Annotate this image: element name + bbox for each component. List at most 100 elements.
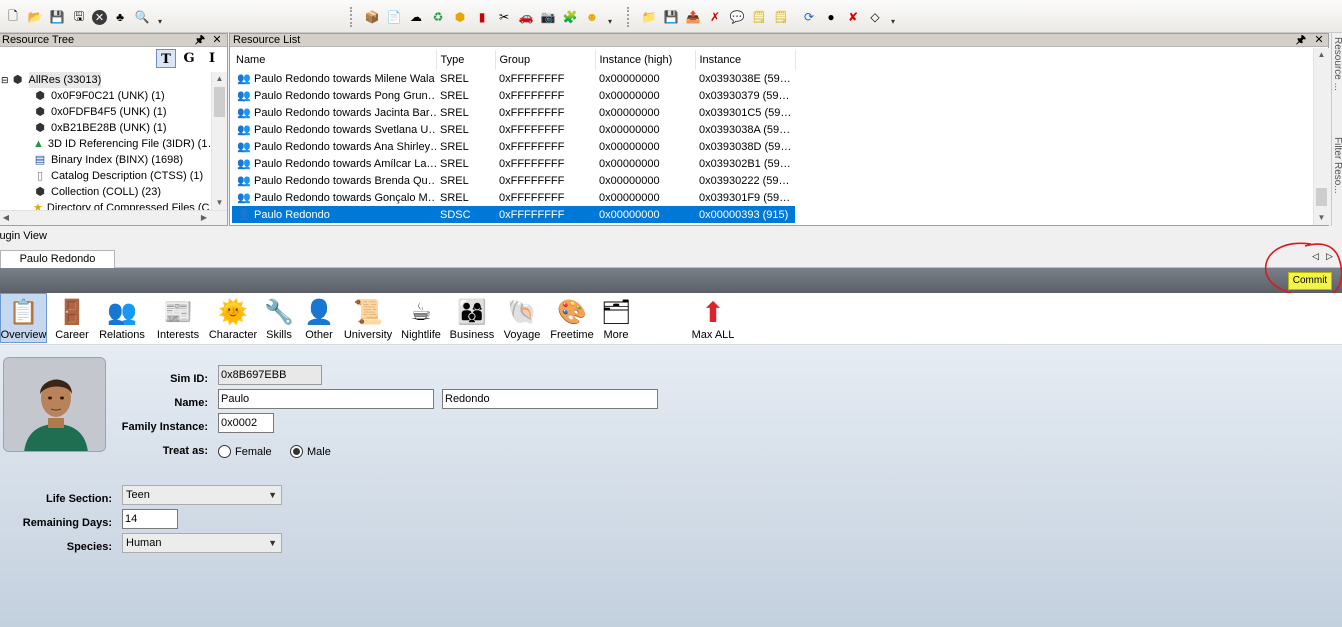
car-icon[interactable]: 🚗 [517,8,535,26]
tab-paulo-redondo[interactable]: Paulo Redondo [0,250,115,268]
tree-node-allres[interactable]: ⊟ ⬢ AllRes (33013) [0,72,211,88]
sim-tab-relations[interactable]: 👥 Relations [97,293,147,343]
tree-node[interactable]: ⬢ 0x0FDFB4F5 (UNK) (1) [0,104,211,120]
recycle-icon[interactable]: ♻ [429,8,447,26]
sims-icon[interactable]: ♣ [111,8,129,26]
sim-tab-skills[interactable]: 🔧 Skills [262,293,296,343]
folder-edit-icon[interactable]: 📁 [640,8,658,26]
battery-icon[interactable]: ▮ [473,8,491,26]
column-header-group[interactable]: Group [495,50,596,70]
puzzle-icon[interactable]: 🧩 [561,8,579,26]
tree-toggle-instance[interactable]: I [202,49,222,68]
star-icon[interactable]: ⬢ [451,8,469,26]
tree-node[interactable]: ⬢ 0x0F9F0C21 (UNK) (1) [0,88,211,104]
close-icon[interactable]: ✕ [92,9,107,25]
column-header-instance[interactable]: Instance [695,50,796,70]
save-as-icon[interactable]: 🖫 [70,8,88,26]
chevron-down-icon[interactable]: ▾ [156,8,164,26]
tree-toggle-type[interactable]: T [156,49,176,68]
first-name-field[interactable]: Paulo [218,389,434,409]
pin-icon[interactable]: 🖈 [193,34,207,47]
tree-vertical-scrollbar[interactable]: ▲ ▼ [211,72,227,210]
export-icon[interactable]: 📤 [684,8,702,26]
life-section-select[interactable]: Teen ▼ [122,485,282,505]
sim-tab-career[interactable]: 🚪 Career [53,293,91,343]
list-vertical-scrollbar[interactable]: ▲ ▼ [1313,48,1329,225]
table-row[interactable]: 👤 Paulo Redondo SDSC 0xFFFFFFFF 0x00000000 0x… [232,206,795,223]
remaining-days-field[interactable]: 14 [122,509,178,529]
table-row[interactable]: 👥 Paulo Redondo towards Milene Wala SREL 0x… [232,70,795,87]
family-instance-field[interactable]: 0x0002 [218,413,274,433]
comment-icon[interactable]: 💬 [728,8,746,26]
chevron-down-icon[interactable]: ▾ [889,8,897,26]
column-header-name[interactable]: Name [232,50,437,70]
sim-tab-nightlife[interactable]: ☕ Nightlife [399,293,443,343]
sim-tab-overview[interactable]: 📋 Overview [0,293,47,343]
note-alt-icon[interactable]: 🗒 [772,8,790,26]
sim-tab-other[interactable]: 👤 Other [301,293,337,343]
radio-circle[interactable] [218,445,231,458]
tree-node[interactable]: ⬢ Collection (COLL) (23) [0,184,211,200]
last-name-field[interactable]: Redondo [442,389,658,409]
toolbar-grip[interactable] [350,7,355,27]
person-icon[interactable]: ☻ [583,8,601,26]
tree-toggle-group[interactable]: G [179,49,199,68]
delete-file-icon[interactable]: ✗ [706,8,724,26]
save-icon[interactable]: 💾 [48,8,66,26]
sim-tab-university[interactable]: 📜 University [341,293,395,343]
search-icon[interactable]: 🔍 [133,8,151,26]
new-icon[interactable]: 🗋 [4,8,22,26]
sim-tab-max-all[interactable]: ⬆ Max ALL [690,293,736,343]
table-row[interactable]: 👥 Paulo Redondo towards Amílcar La… SREL 0x… [232,155,795,172]
red-x-icon[interactable]: ✘ [844,8,862,26]
column-header-type[interactable]: Type [436,50,496,70]
collapse-icon[interactable]: ⊟ [1,72,9,88]
package-icon[interactable]: 📦 [363,8,381,26]
open-icon[interactable]: 📂 [26,8,44,26]
camera-icon[interactable]: 📷 [539,8,557,26]
pin-icon[interactable]: 🖈 [1294,34,1308,47]
species-select[interactable]: Human ▼ [122,533,282,553]
cloud-icon[interactable]: ☁ [407,8,425,26]
scroll-left-icon[interactable]: ◀ [0,211,13,225]
note-icon[interactable]: 🗒 [750,8,768,26]
scroll-thumb[interactable] [1316,188,1327,206]
chevron-down-icon[interactable]: ▾ [606,8,614,26]
side-tab-resource[interactable]: Resource ... [1332,37,1342,132]
bomb-icon[interactable]: ● [822,8,840,26]
sim-tab-interests[interactable]: 📰 Interests [152,293,204,343]
radio-female[interactable]: Female [218,445,272,458]
scroll-down-icon[interactable]: ▼ [1314,211,1329,225]
save-file-icon[interactable]: 💾 [662,8,680,26]
sim-tab-character[interactable]: 🌞 Character [207,293,259,343]
scroll-up-icon[interactable]: ▲ [1314,48,1329,62]
scroll-right-icon[interactable]: ▶ [197,211,211,225]
radio-male[interactable]: Male [290,445,331,458]
sim-tab-voyage[interactable]: 🐚 Voyage [501,293,543,343]
tree-node[interactable]: ▯ Catalog Description (CTSS) (1) [0,168,211,184]
radio-circle[interactable] [290,445,303,458]
document-icon[interactable]: 📄 [385,8,403,26]
tree-horizontal-scrollbar[interactable]: ◀ ▶ [0,210,227,225]
side-tab-filter[interactable]: Filter Reso... [1332,137,1342,225]
close-icon[interactable]: ✕ [210,34,224,47]
sim-tab-freetime[interactable]: 🎨 Freetime [548,293,596,343]
close-icon[interactable]: ✕ [1312,34,1326,47]
table-row[interactable]: 👥 Paulo Redondo towards Brenda Qu… SREL 0xF… [232,172,795,189]
tools-icon[interactable]: ✂ [495,8,513,26]
table-row[interactable]: 👥 Paulo Redondo towards Svetlana U… SREL 0x… [232,121,795,138]
refresh-icon[interactable]: ⟳ [800,8,818,26]
scroll-down-icon[interactable]: ▼ [212,196,227,210]
sim-tab-more[interactable]: 🗂 More [599,293,633,343]
tree-node[interactable]: ▲ 3D ID Referencing File (3IDR) (1… [0,136,211,152]
scroll-thumb[interactable] [214,87,225,117]
tree-node[interactable]: ⬢ 0xB21BE28B (UNK) (1) [0,120,211,136]
table-row[interactable]: 👥 Paulo Redondo towards Pong Grun… SREL 0xF… [232,87,795,104]
table-row[interactable]: 👥 Paulo Redondo towards Gonçalo M… SREL 0xF… [232,189,795,206]
column-header-instance-high[interactable]: Instance (high) [595,50,696,70]
scroll-up-icon[interactable]: ▲ [212,72,227,86]
eraser-icon[interactable]: ◇ [866,8,884,26]
toolbar-grip[interactable] [627,7,632,27]
sim-tab-business[interactable]: 👨‍👩‍👦 Business [449,293,495,343]
tree-node[interactable]: ▤ Binary Index (BINX) (1698) [0,152,211,168]
